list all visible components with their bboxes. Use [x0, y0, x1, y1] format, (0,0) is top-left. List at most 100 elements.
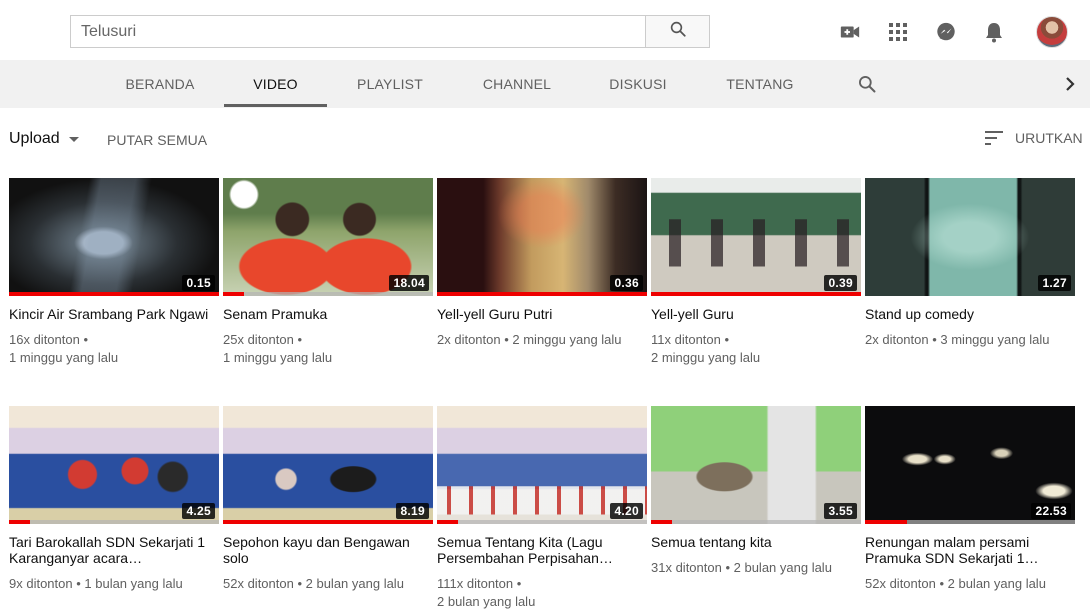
video-views: 52x ditonton — [865, 576, 936, 591]
video-duration: 4.20 — [610, 503, 643, 519]
video-title[interactable]: Renungan malam persami Pramuka SDN Sekar… — [865, 534, 1075, 566]
play-all-button[interactable]: PUTAR SEMUA — [107, 132, 207, 148]
channel-tab-bar: BERANDA VIDEO PLAYLIST CHANNEL DISKUSI T… — [0, 60, 1090, 108]
upload-dropdown-label: Upload — [9, 130, 60, 147]
video-meta: 2x ditonton • 3 minggu yang lalu — [865, 332, 1050, 347]
video-meta: 25x ditonton • 1 minggu yang lalu — [223, 332, 333, 365]
video-meta: 31x ditonton • 2 bulan yang lalu — [651, 560, 832, 575]
video-camera-add-icon[interactable] — [838, 20, 862, 44]
upload-dropdown[interactable]: Upload — [9, 130, 79, 148]
tab-tentang[interactable]: TENTANG — [720, 60, 800, 108]
video-grid: 0.15 Kincir Air Srambang Park Ngawi 16x … — [9, 178, 1090, 612]
sort-icon — [985, 131, 1005, 145]
video-meta: 52x ditonton • 2 bulan yang lalu — [865, 576, 1046, 591]
video-views: 31x ditonton — [651, 560, 722, 575]
video-card[interactable]: 22.53 Renungan malam persami Pramuka SDN… — [865, 406, 1075, 593]
video-title[interactable]: Tari Barokallah SDN Sekarjati 1 Karangan… — [9, 534, 219, 566]
video-duration: 0.39 — [824, 275, 857, 291]
video-meta: 111x ditonton • 2 bulan yang lalu — [437, 576, 536, 609]
caret-down-icon — [68, 136, 79, 142]
video-title[interactable]: Semua Tentang Kita (Lagu Persembahan Per… — [437, 534, 647, 566]
tab-search-icon[interactable] — [853, 60, 881, 108]
video-meta: 2x ditonton • 2 minggu yang lalu — [437, 332, 622, 347]
video-card[interactable]: 4.20 Semua Tentang Kita (Lagu Persembaha… — [437, 406, 647, 611]
avatar[interactable] — [1036, 16, 1068, 48]
video-title[interactable]: Yell-yell Guru Putri — [437, 306, 647, 322]
video-card[interactable]: 18.04 Senam Pramuka 25x ditonton • 1 min… — [223, 178, 433, 367]
watch-progress-bar — [223, 520, 433, 524]
video-title[interactable]: Stand up comedy — [865, 306, 1075, 322]
watch-progress-bar — [223, 292, 433, 296]
video-card[interactable]: 1.27 Stand up comedy 2x ditonton • 3 min… — [865, 178, 1075, 349]
apps-grid-icon[interactable] — [886, 20, 910, 44]
video-duration: 18.04 — [389, 275, 429, 291]
search-input[interactable] — [71, 16, 646, 47]
video-card[interactable]: 0.36 Yell-yell Guru Putri 2x ditonton • … — [437, 178, 647, 349]
video-views: 16x ditonton — [9, 332, 80, 347]
video-thumbnail[interactable]: 18.04 — [223, 178, 433, 296]
video-card[interactable]: 8.19 Sepohon kayu dan Bengawan solo 52x … — [223, 406, 433, 593]
notifications-bell-icon[interactable] — [982, 20, 1006, 44]
video-title[interactable]: Senam Pramuka — [223, 306, 433, 322]
video-title[interactable]: Semua tentang kita — [651, 534, 861, 550]
video-age: 2 bulan yang lalu — [437, 594, 536, 609]
search-icon — [669, 20, 687, 43]
video-duration: 3.55 — [824, 503, 857, 519]
watch-progress-bar — [651, 292, 861, 296]
tab-channel[interactable]: CHANNEL — [476, 60, 558, 108]
video-views: 2x ditonton — [437, 332, 501, 347]
masthead — [0, 0, 1090, 60]
video-thumbnail[interactable]: 0.36 — [437, 178, 647, 296]
video-age: 1 bulan yang lalu — [84, 576, 183, 591]
tab-diskusi[interactable]: DISKUSI — [602, 60, 674, 108]
video-duration: 0.15 — [182, 275, 215, 291]
watch-progress-bar — [437, 292, 647, 296]
video-duration: 22.53 — [1031, 503, 1071, 519]
video-views: 9x ditonton — [9, 576, 73, 591]
video-thumbnail[interactable]: 4.25 — [9, 406, 219, 524]
sort-button[interactable]: URUTKAN — [985, 130, 1083, 146]
watch-progress-bar — [9, 520, 219, 524]
video-views: 52x ditonton — [223, 576, 294, 591]
video-title[interactable]: Sepohon kayu dan Bengawan solo — [223, 534, 433, 566]
sort-label: URUTKAN — [1015, 130, 1083, 146]
video-card[interactable]: 0.15 Kincir Air Srambang Park Ngawi 16x … — [9, 178, 219, 367]
video-age: 1 minggu yang lalu — [9, 350, 119, 365]
tab-playlist[interactable]: PLAYLIST — [350, 60, 430, 108]
video-thumbnail[interactable]: 1.27 — [865, 178, 1075, 296]
video-age: 2 minggu yang lalu — [651, 350, 761, 365]
video-title[interactable]: Yell-yell Guru — [651, 306, 861, 322]
video-age: 2 bulan yang lalu — [733, 560, 832, 575]
video-thumbnail[interactable]: 0.39 — [651, 178, 861, 296]
tab-video[interactable]: VIDEO — [224, 60, 327, 108]
search-box[interactable] — [70, 15, 646, 48]
video-card[interactable]: 4.25 Tari Barokallah SDN Sekarjati 1 Kar… — [9, 406, 219, 593]
video-age: 3 minggu yang lalu — [940, 332, 1050, 347]
watch-progress-bar — [9, 292, 219, 296]
video-thumbnail[interactable]: 22.53 — [865, 406, 1075, 524]
tab-beranda[interactable]: BERANDA — [120, 60, 200, 108]
watch-progress-bar — [437, 520, 647, 524]
video-duration: 0.36 — [610, 275, 643, 291]
video-thumbnail[interactable]: 8.19 — [223, 406, 433, 524]
watch-progress-bar — [651, 520, 861, 524]
search-button[interactable] — [645, 15, 710, 48]
video-thumbnail[interactable]: 3.55 — [651, 406, 861, 524]
video-thumbnail[interactable]: 0.15 — [9, 178, 219, 296]
chevron-right-icon[interactable] — [1058, 60, 1082, 108]
video-duration: 8.19 — [396, 503, 429, 519]
video-views: 25x ditonton — [223, 332, 294, 347]
watch-progress-bar — [865, 520, 1075, 524]
video-card[interactable]: 3.55 Semua tentang kita 31x ditonton • 2… — [651, 406, 861, 577]
video-views: 2x ditonton — [865, 332, 929, 347]
video-card[interactable]: 0.39 Yell-yell Guru 11x ditonton • 2 min… — [651, 178, 861, 367]
video-duration: 1.27 — [1038, 275, 1071, 291]
video-thumbnail[interactable]: 4.20 — [437, 406, 647, 524]
video-duration: 4.25 — [182, 503, 215, 519]
video-title[interactable]: Kincir Air Srambang Park Ngawi — [9, 306, 219, 322]
messages-icon[interactable] — [934, 20, 958, 44]
video-meta: 52x ditonton • 2 bulan yang lalu — [223, 576, 404, 591]
video-meta: 16x ditonton • 1 minggu yang lalu — [9, 332, 119, 365]
video-age: 2 bulan yang lalu — [305, 576, 404, 591]
video-views: 11x ditonton — [651, 332, 721, 347]
